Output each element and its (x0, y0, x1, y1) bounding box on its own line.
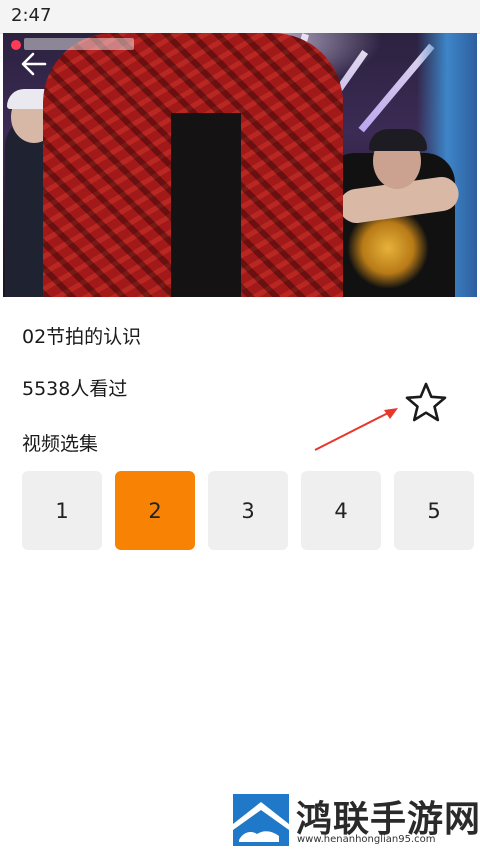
status-bar: 2:47 (0, 0, 480, 34)
view-count: 5538人看过 (22, 378, 128, 400)
course-title: 02节拍的认识 (22, 326, 142, 348)
episode-button-4[interactable]: 4 (301, 471, 381, 550)
favorite-button[interactable] (404, 381, 448, 425)
star-outline-icon (405, 382, 447, 422)
video-player[interactable] (3, 33, 477, 297)
episode-button-1[interactable]: 1 (22, 471, 102, 550)
back-button[interactable] (19, 51, 49, 77)
status-time: 2:47 (11, 5, 52, 26)
site-url: www.henanhonglian95.com (297, 834, 436, 845)
episodes-label: 视频选集 (22, 433, 99, 455)
dancer-right-cap (369, 129, 427, 151)
episode-button-3[interactable]: 3 (208, 471, 288, 550)
episode-button-5[interactable]: 5 (394, 471, 474, 550)
episode-button-2[interactable]: 2 (115, 471, 195, 550)
episode-list: 1 2 3 4 5 (22, 471, 480, 551)
video-watermark (24, 38, 134, 50)
annotation-arrow (314, 408, 398, 451)
dancer-center-shirt (171, 113, 241, 297)
video-watermark-logo-icon (11, 40, 21, 50)
arrow-left-icon (21, 52, 47, 76)
site-logo-icon (233, 794, 293, 846)
